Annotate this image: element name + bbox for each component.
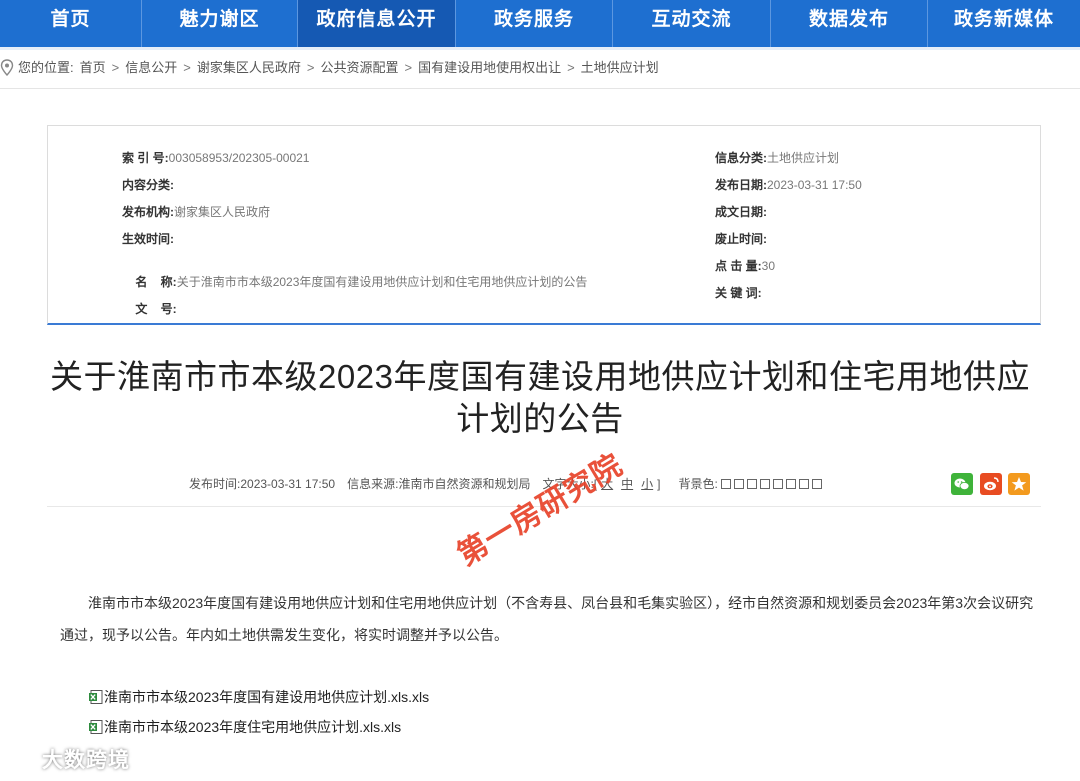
location-pin-icon <box>0 59 14 77</box>
meta-publish-date-value: 2023-03-31 17:50 <box>767 178 862 192</box>
font-size-bracket: ] <box>657 477 661 491</box>
wechat-icon <box>954 478 970 490</box>
bg-swatch-1[interactable] <box>720 479 731 489</box>
favorite-button[interactable] <box>1008 473 1030 495</box>
bg-color-label: 背景色: <box>678 477 718 491</box>
watermark: 大数跨境 <box>8 744 130 774</box>
source-label: 信息来源: <box>347 477 399 491</box>
meta-index-value: 003058953/202305-00021 <box>168 151 310 165</box>
meta-org-label: 发布机构: <box>122 205 174 219</box>
meta-category-label: 信息分类: <box>715 151 767 165</box>
meta-clicks: 点 击 量:30 <box>715 258 775 274</box>
breadcrumb-separator: > <box>306 60 315 75</box>
nav-item-home[interactable]: 首页 <box>0 0 142 47</box>
bg-swatch-7[interactable] <box>798 479 809 489</box>
breadcrumb-district-gov[interactable]: 谢家集区人民政府 <box>197 56 301 80</box>
meta-keywords: 关 键 词: <box>715 285 762 301</box>
meta-effective: 生效时间: <box>122 231 174 247</box>
bg-swatch-2[interactable] <box>733 479 744 489</box>
nav-item-interaction[interactable]: 互动交流 <box>613 0 771 47</box>
nav-item-gov-info[interactable]: 政府信息公开 <box>298 0 456 47</box>
meta-index: 索 引 号:003058953/202305-00021 <box>122 150 309 166</box>
watermark-logo-icon <box>11 750 42 768</box>
breadcrumb: 您的位置: 首页 > 信息公开 > 谢家集区人民政府 > 公共资源配置 > 国有… <box>0 56 659 80</box>
meta-clicks-value: 30 <box>761 259 776 273</box>
meta-category-value: 土地供应计划 <box>767 151 840 165</box>
meta-index-label: 索 引 号: <box>122 151 169 165</box>
meta-publish-date-label: 发布日期: <box>715 178 767 192</box>
nav-item-new-media[interactable]: 政务新媒体 <box>928 0 1080 47</box>
bg-swatch-4[interactable] <box>759 479 770 489</box>
source-value: 淮南市自然资源和规划局 <box>398 477 531 491</box>
bg-swatch-3[interactable] <box>746 479 757 489</box>
breadcrumb-home[interactable]: 首页 <box>80 56 106 80</box>
bg-swatch-6[interactable] <box>785 479 796 489</box>
breadcrumb-separator: > <box>567 60 575 75</box>
attachment-name[interactable]: 淮南市市本级2023年度住宅用地供应计划.xls.xls <box>104 717 401 737</box>
meta-clicks-label: 点 击 量: <box>715 259 762 273</box>
meta-keywords-label: 关 键 词: <box>715 286 762 300</box>
bg-swatch-8[interactable] <box>811 479 822 489</box>
star-icon <box>1011 477 1027 491</box>
breadcrumb-separator: > <box>183 60 191 75</box>
meta-org-value: 谢家集区人民政府 <box>174 205 271 219</box>
meta-docno: 文 号: <box>122 285 176 316</box>
meta-content-category: 内容分类: <box>122 177 174 193</box>
meta-name-value: 关于淮南市市本级2023年度国有建设用地供应计划和住宅用地供应计划的公告 <box>176 275 588 289</box>
meta-docno-label: 文 号: <box>135 302 177 316</box>
meta-content-category-label: 内容分类: <box>122 178 174 192</box>
meta-category: 信息分类:土地供应计划 <box>715 150 839 166</box>
article-title: 关于淮南市市本级2023年度国有建设用地供应计划和住宅用地供应计划的公告 <box>50 358 1030 437</box>
attachment-link-1[interactable]: 淮南市市本级2023年度国有建设用地供应计划.xls.xls <box>88 687 429 707</box>
nav-item-charm-xie[interactable]: 魅力谢区 <box>142 0 298 47</box>
article-info-line: 发布时间: 2023-03-31 17:50 信息来源: 淮南市自然资源和规划局… <box>189 476 822 492</box>
attachment-name[interactable]: 淮南市市本级2023年度国有建设用地供应计划.xls.xls <box>104 687 429 707</box>
share-weibo-button[interactable] <box>980 473 1002 495</box>
watermark-text: 大数跨境 <box>42 749 130 772</box>
top-nav: 首页 魅力谢区 政府信息公开 政务服务 互动交流 数据发布 政务新媒体 <box>0 0 1080 47</box>
weibo-icon <box>984 477 999 491</box>
excel-file-icon <box>89 720 103 734</box>
breadcrumb-public-resources[interactable]: 公共资源配置 <box>320 56 398 80</box>
breadcrumb-separator: > <box>404 60 413 75</box>
meta-doc-date: 成文日期: <box>715 204 767 220</box>
excel-file-icon <box>89 690 103 704</box>
publish-time-label: 发布时间: <box>189 477 241 491</box>
nav-item-gov-service[interactable]: 政务服务 <box>456 0 613 47</box>
article-body: 淮南市市本级2023年度国有建设用地供应计划和住宅用地供应计划（不含寿县、凤台县… <box>60 595 1034 643</box>
breadcrumb-prefix: 您的位置: <box>18 60 74 75</box>
attachment-link-2[interactable]: 淮南市市本级2023年度住宅用地供应计划.xls.xls <box>88 717 401 737</box>
publish-time-value: 2023-03-31 17:50 <box>240 477 336 491</box>
nav-item-data-release[interactable]: 数据发布 <box>771 0 928 47</box>
meta-publish-date: 发布日期:2023-03-31 17:50 <box>715 177 862 193</box>
meta-info-box: 索 引 号:003058953/202305-00021 信息分类:土地供应计划… <box>47 125 1041 325</box>
nav-shadow <box>0 47 1080 50</box>
meta-effective-label: 生效时间: <box>122 232 174 246</box>
meta-name: 名 称:关于淮南市市本级2023年度国有建设用地供应计划和住宅用地供应计划的公告 <box>122 258 587 289</box>
meta-abolish: 废止时间: <box>715 231 767 247</box>
breadcrumb-info-open[interactable]: 信息公开 <box>125 56 177 80</box>
share-wechat-button[interactable] <box>951 473 973 495</box>
bg-swatch-5[interactable] <box>772 479 783 489</box>
font-size-small-button[interactable]: 小 <box>641 476 653 492</box>
meta-abolish-label: 废止时间: <box>715 232 767 246</box>
meta-org: 发布机构:谢家集区人民政府 <box>122 204 270 220</box>
breadcrumb-land-transfer[interactable]: 国有建设用地使用权出让 <box>418 56 561 80</box>
breadcrumb-land-plan[interactable]: 土地供应计划 <box>581 56 659 80</box>
breadcrumb-separator: > <box>111 60 120 75</box>
meta-doc-date-label: 成文日期: <box>715 205 767 219</box>
